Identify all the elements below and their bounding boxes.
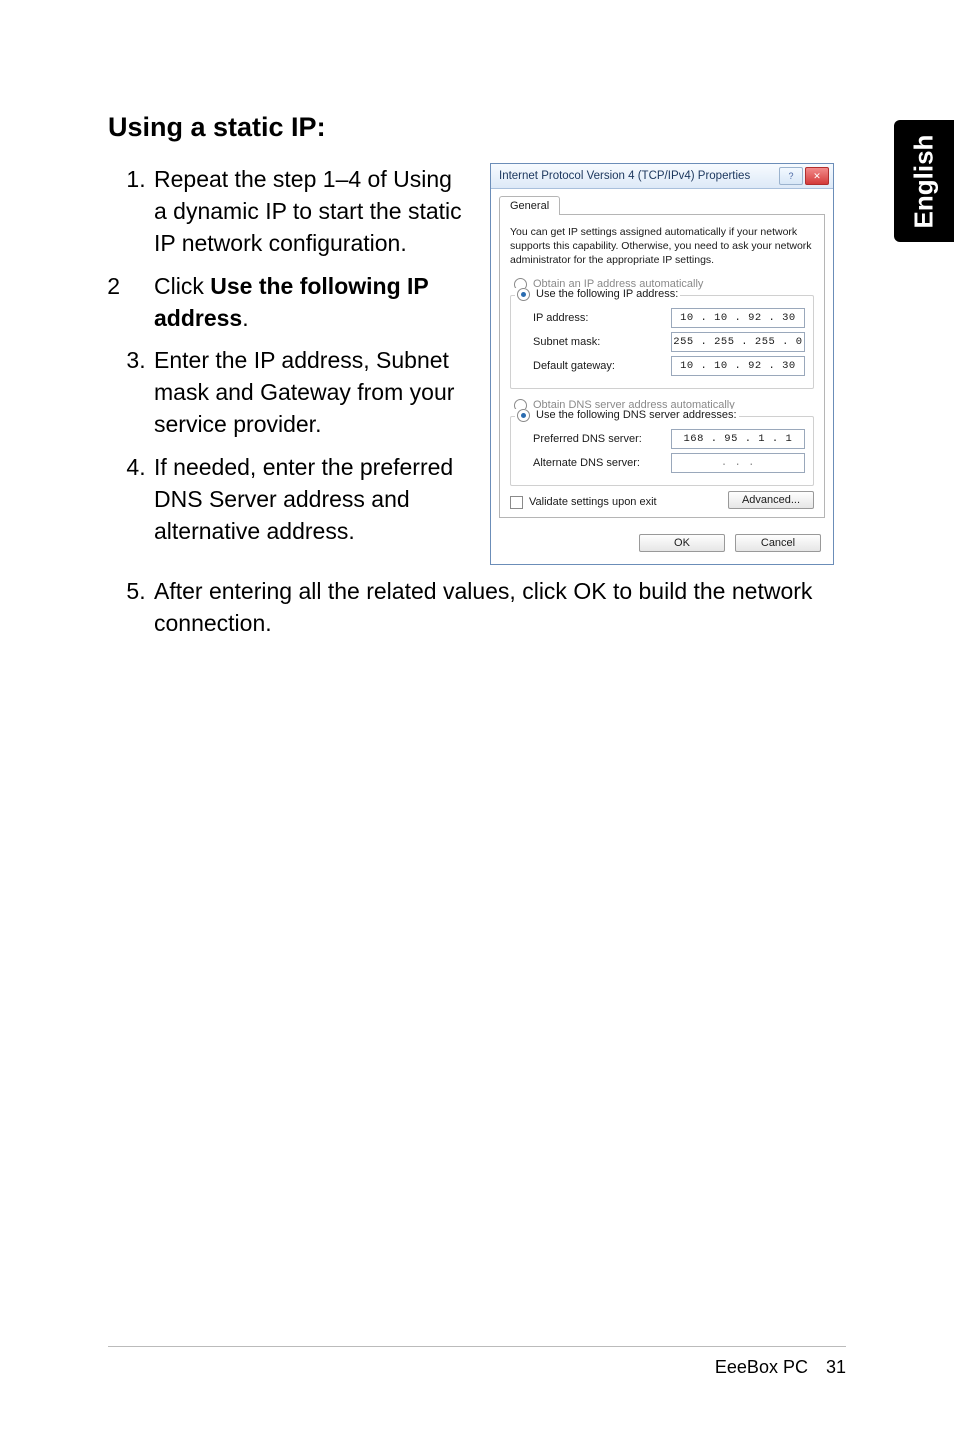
group-use-dns: Use the following DNS server addresses: … [510,416,814,486]
page-content: Using a static IP: Repeat the step 1–4 o… [108,112,846,649]
label-ip-address: IP address: [519,312,671,324]
radio-use-ip-label: Use the following IP address: [536,288,678,300]
checkbox-validate[interactable] [510,496,523,509]
label-validate: Validate settings upon exit [529,496,657,508]
input-default-gateway[interactable]: 10 . 10 . 92 . 30 [671,356,805,376]
language-tab: English [894,120,954,242]
group-use-ip: Use the following IP address: IP address… [510,295,814,389]
dialog-titlebar: Internet Protocol Version 4 (TCP/IPv4) P… [491,164,833,189]
label-alternate-dns: Alternate DNS server: [519,457,671,469]
label-default-gateway: Default gateway: [519,360,671,372]
row-default-gateway: Default gateway: 10 . 10 . 92 . 30 [519,356,805,376]
input-ip-address[interactable]: 10 . 10 . 92 . 30 [671,308,805,328]
step-5-wrap: After entering all the related values, c… [108,575,846,639]
help-icon[interactable]: ? [779,167,803,185]
radio-use-dns-row[interactable]: Use the following DNS server addresses: [515,409,739,422]
step-2: Click Use the following IP address. [152,270,468,334]
label-subnet-mask: Subnet mask: [519,336,671,348]
dialog-column: Internet Protocol Version 4 (TCP/IPv4) P… [490,163,834,565]
label-preferred-dns: Preferred DNS server: [519,433,671,445]
input-alternate-dns[interactable]: . . . [671,453,805,473]
step-2-pre: Click [154,273,210,299]
input-preferred-dns[interactable]: 168 . 95 . 1 . 1 [671,429,805,449]
language-tab-label: English [909,134,940,228]
tab-body: You can get IP settings assigned automat… [499,214,825,518]
row-subnet-mask: Subnet mask: 255 . 255 . 255 . 0 [519,332,805,352]
ipv4-properties-dialog: Internet Protocol Version 4 (TCP/IPv4) P… [490,163,834,565]
close-icon[interactable]: ✕ [805,167,829,185]
page-footer: EeeBox PC 31 [108,1346,846,1378]
radio-use-dns[interactable] [517,409,530,422]
tab-strip: General [491,189,833,214]
advanced-button[interactable]: Advanced... [728,491,814,509]
footer-page-number: 31 [826,1357,846,1378]
footer-product: EeeBox PC [715,1357,808,1378]
steps-list: Repeat the step 1–4 of Using a dynamic I… [108,163,468,547]
ok-button[interactable]: OK [639,534,725,552]
radio-use-dns-label: Use the following DNS server addresses: [536,409,737,421]
radio-use-ip-row[interactable]: Use the following IP address: [515,288,680,301]
steps-column: Repeat the step 1–4 of Using a dynamic I… [108,163,468,557]
body-row: Repeat the step 1–4 of Using a dynamic I… [108,163,846,565]
steps-list-cont: After entering all the related values, c… [108,575,846,639]
step-3: Enter the IP address, Subnet mask and Ga… [152,344,468,441]
dialog-description: You can get IP settings assigned automat… [510,225,814,268]
step-2-post: . [242,305,248,331]
cancel-button[interactable]: Cancel [735,534,821,552]
dialog-title: Internet Protocol Version 4 (TCP/IPv4) P… [499,170,777,182]
row-preferred-dns: Preferred DNS server: 168 . 95 . 1 . 1 [519,429,805,449]
tab-general[interactable]: General [499,196,560,215]
step-5: After entering all the related values, c… [152,575,846,639]
row-ip-address: IP address: 10 . 10 . 92 . 30 [519,308,805,328]
input-subnet-mask[interactable]: 255 . 255 . 255 . 0 [671,332,805,352]
radio-use-ip[interactable] [517,288,530,301]
dialog-footer: OK Cancel [491,526,833,564]
section-heading: Using a static IP: [108,112,846,143]
step-1: Repeat the step 1–4 of Using a dynamic I… [152,163,468,260]
step-4: If needed, enter the preferred DNS Serve… [152,451,468,548]
row-alternate-dns: Alternate DNS server: . . . [519,453,805,473]
